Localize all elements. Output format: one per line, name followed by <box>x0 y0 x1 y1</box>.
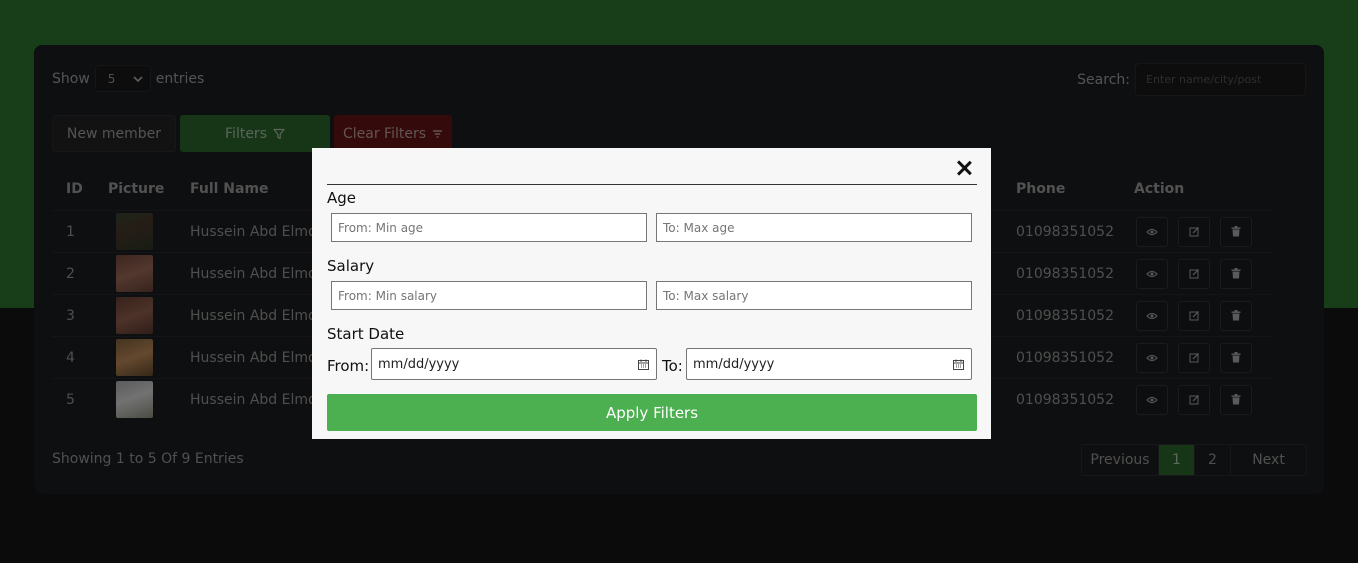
calendar-icon <box>638 359 649 370</box>
apply-filters-button[interactable]: Apply Filters <box>327 394 977 431</box>
modal-divider <box>327 184 977 185</box>
salary-label: Salary <box>327 257 375 275</box>
to-label: To: <box>662 357 683 375</box>
start-date-from-input[interactable]: mm/dd/yyyy <box>371 348 657 380</box>
date-from-placeholder: mm/dd/yyyy <box>378 356 460 372</box>
date-to-placeholder: mm/dd/yyyy <box>693 356 775 372</box>
min-age-placeholder: From: Min age <box>338 220 424 235</box>
max-age-input[interactable]: To: Max age <box>656 213 972 242</box>
min-salary-placeholder: From: Min salary <box>338 288 438 303</box>
start-date-label: Start Date <box>327 325 405 343</box>
from-label: From: <box>327 357 370 375</box>
max-salary-placeholder: To: Max salary <box>663 288 749 303</box>
calendar-icon <box>953 359 964 370</box>
max-age-placeholder: To: Max age <box>663 220 735 235</box>
filters-modal: Age From: Min age To: Max age Salary Fro… <box>312 148 991 439</box>
min-age-input[interactable]: From: Min age <box>331 213 647 242</box>
max-salary-input[interactable]: To: Max salary <box>656 281 972 310</box>
close-icon[interactable] <box>956 160 972 176</box>
min-salary-input[interactable]: From: Min salary <box>331 281 647 310</box>
age-label: Age <box>327 189 357 207</box>
start-date-to-input[interactable]: mm/dd/yyyy <box>686 348 972 380</box>
